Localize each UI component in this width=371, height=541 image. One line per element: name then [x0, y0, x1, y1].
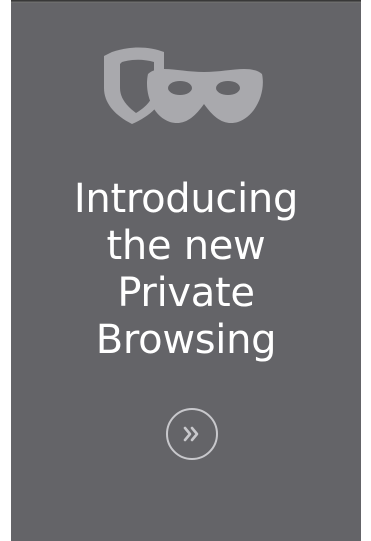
promo-headline: Introducing the new Private Browsing — [11, 176, 361, 364]
headline-line-1: Introducing — [73, 176, 299, 222]
headline-line-2: the new — [106, 223, 266, 269]
next-button[interactable] — [166, 408, 218, 460]
mask-icon — [146, 68, 263, 124]
headline-line-4: Browsing — [95, 317, 277, 363]
private-browsing-promo: Introducing the new Private Browsing — [0, 0, 371, 541]
right-margin — [361, 0, 371, 541]
headline-line-3: Private — [117, 270, 255, 316]
shield-and-mask-icon — [104, 47, 263, 124]
double-chevron-right-icon — [183, 426, 199, 442]
left-margin — [0, 0, 11, 541]
